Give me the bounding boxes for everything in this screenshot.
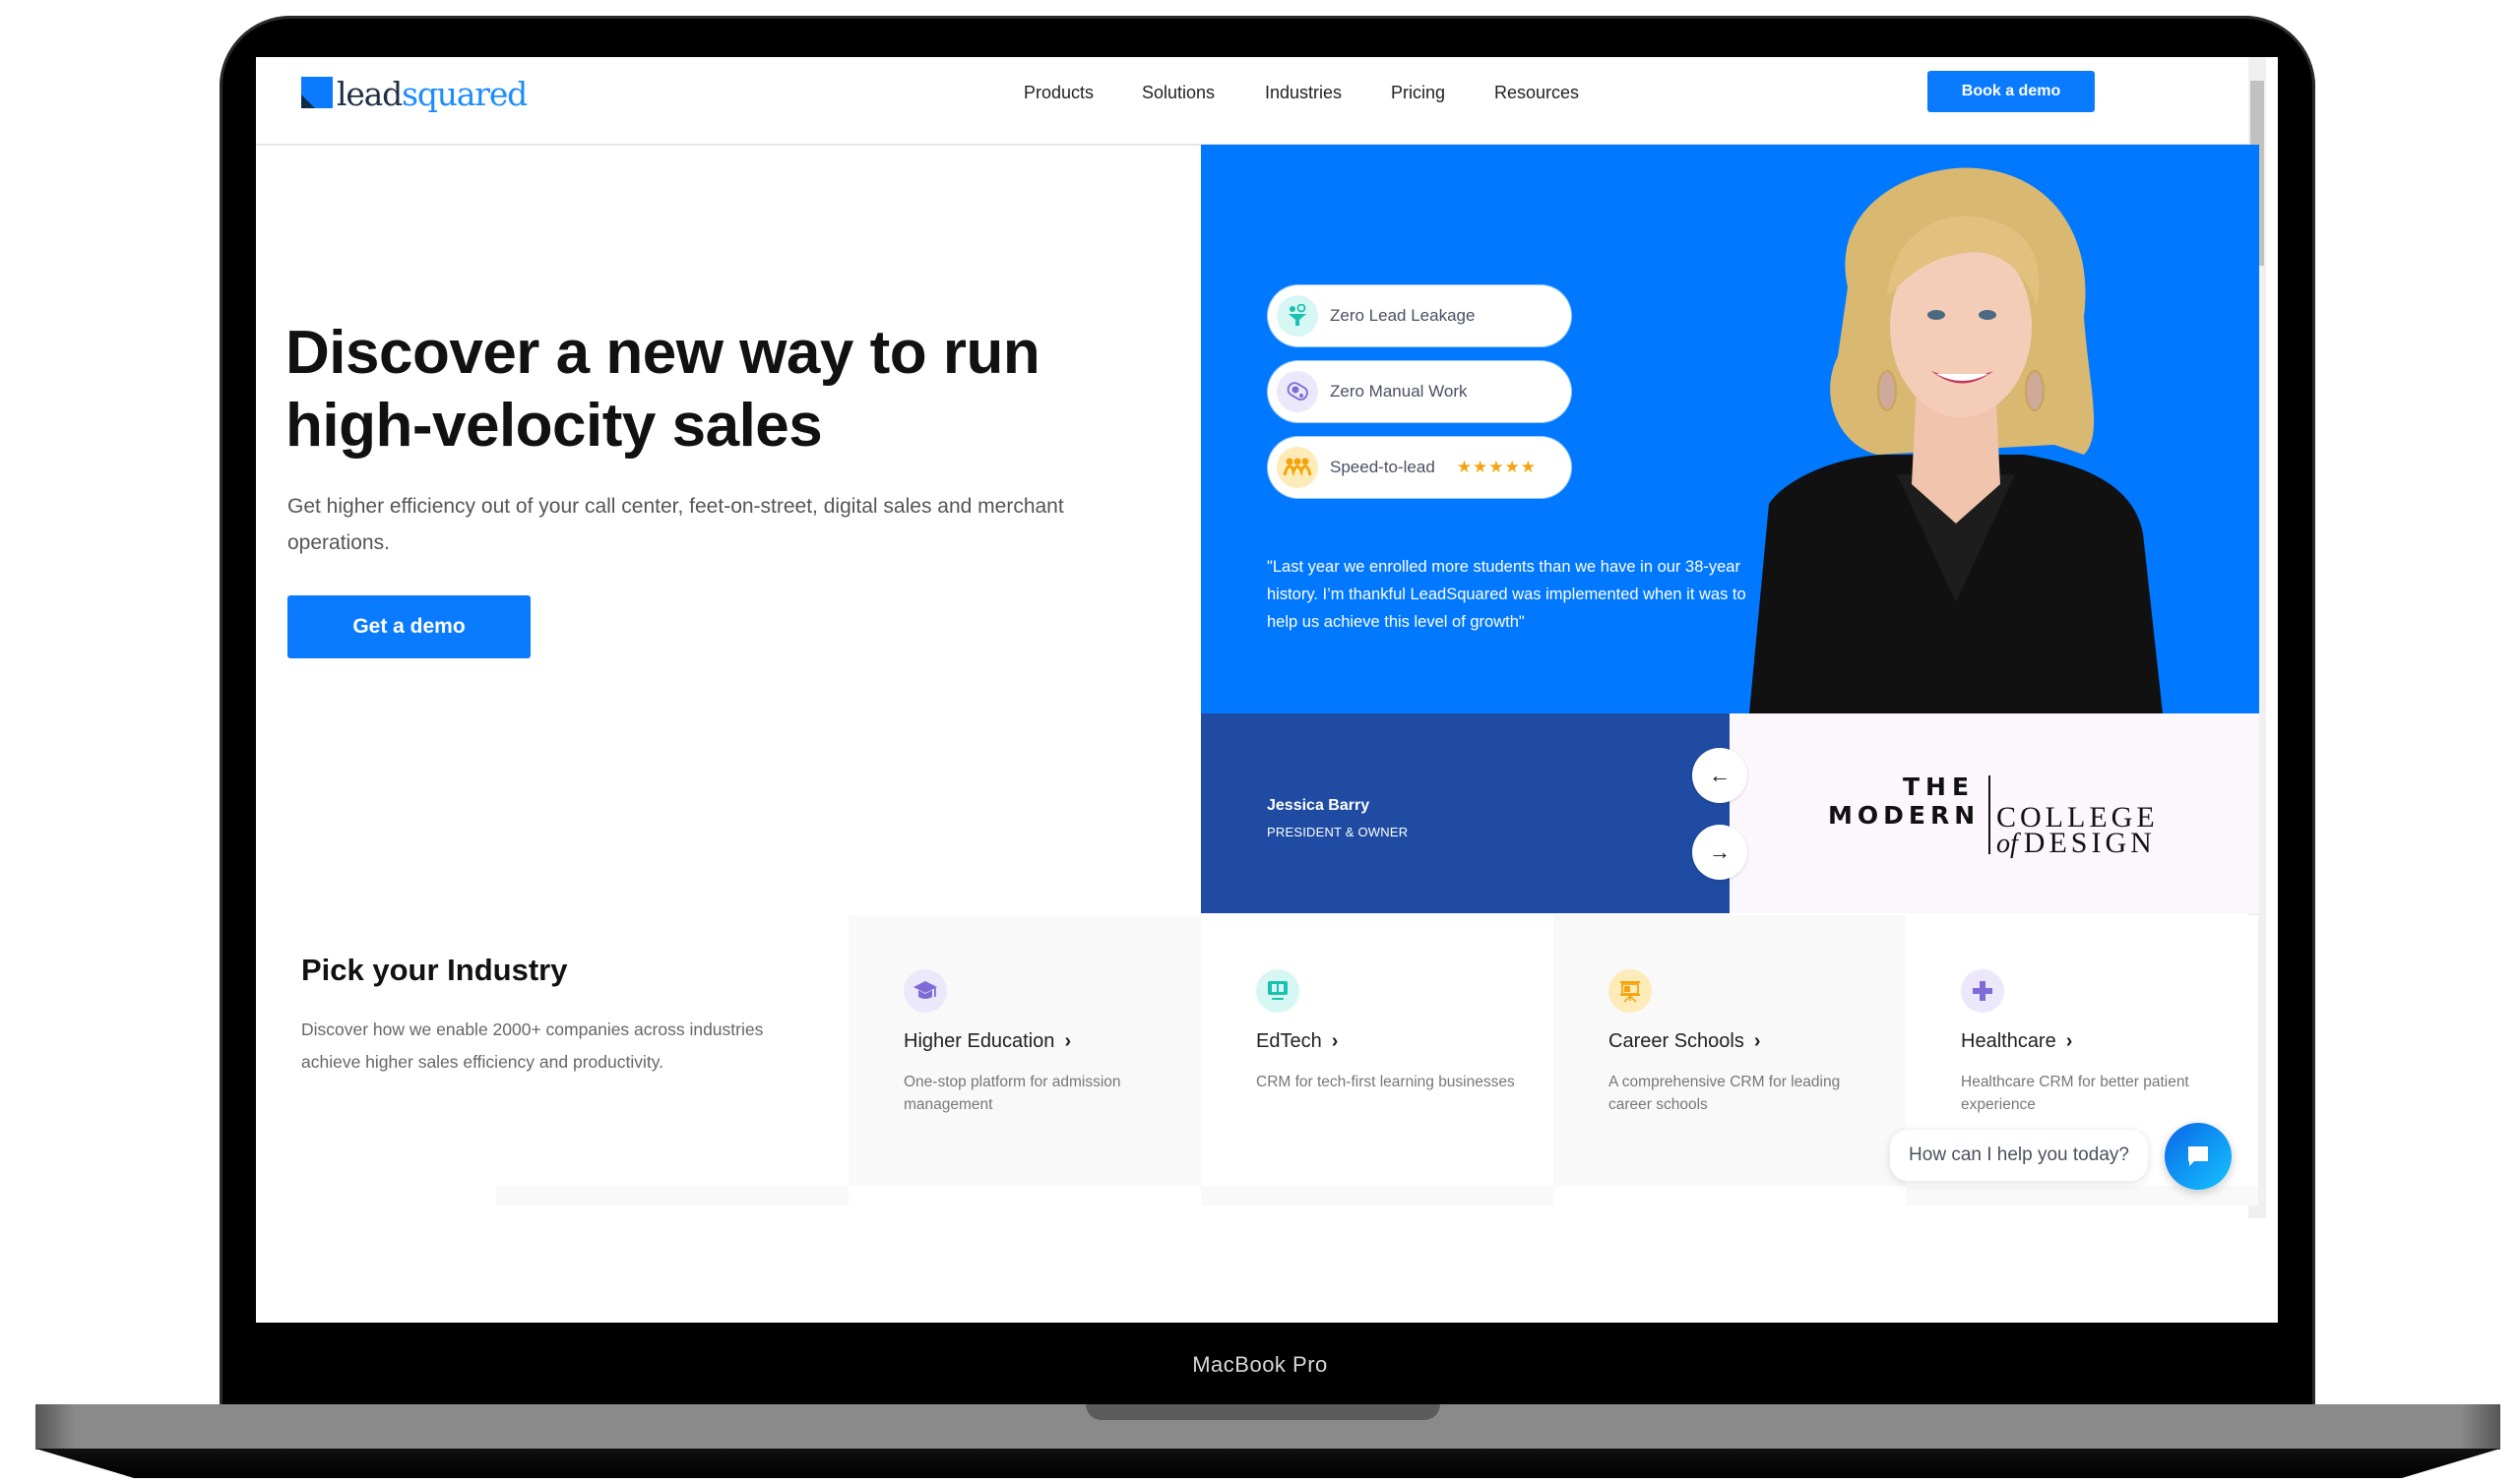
nav-industries[interactable]: Industries	[1265, 83, 1342, 103]
medical-cross-icon	[1961, 969, 2004, 1013]
get-demo-button[interactable]: Get a demo	[287, 595, 531, 658]
book-demo-button[interactable]: Book a demo	[1927, 71, 2095, 112]
logo-wordmark[interactable]: leadsquared	[337, 75, 528, 113]
company-logo-design-word: DESIGN	[2023, 827, 2156, 859]
company-logo-the: THE	[1903, 773, 1976, 801]
eye-left	[1927, 310, 1945, 320]
logo-part-lead: lead	[337, 75, 403, 113]
carousel-next-button[interactable]: →	[1692, 825, 1747, 880]
card-row-divider	[496, 1186, 849, 1206]
laptop-notch	[1086, 1404, 1440, 1420]
testimonial-author-title: PRESIDENT & OWNER	[1267, 825, 1409, 839]
hero-headline-line2: high-velocity sales	[285, 392, 823, 460]
hero-headline: Discover a new way to run high-velocity …	[285, 317, 1171, 463]
industry-card-desc: Healthcare CRM for better patient experi…	[1961, 1074, 2189, 1113]
nav-pricing[interactable]: Pricing	[1391, 83, 1445, 103]
chevron-right-icon: ›	[1064, 1030, 1072, 1052]
testimonial-photo	[1749, 167, 2163, 713]
industries-title: Pick your Industry	[301, 953, 568, 987]
star-rating: ★★★★★	[1456, 458, 1538, 476]
industry-card-desc: CRM for tech-first learning businesses	[1256, 1074, 1515, 1090]
company-logo-design: of DESIGN	[1996, 827, 2156, 860]
nav-products[interactable]: Products	[1024, 83, 1094, 103]
device-label: MacBook Pro	[1192, 1352, 1328, 1377]
testimonial-author-name: Jessica Barry	[1267, 797, 1370, 814]
hero-subtext: Get higher efficiency out of your call c…	[287, 495, 1064, 554]
industry-card-title-text: Higher Education	[904, 1030, 1055, 1052]
carousel-prev-button[interactable]: ←	[1692, 748, 1747, 803]
industry-card-higher-education[interactable]: Higher Education › One-stop platform for …	[849, 915, 1201, 1186]
industry-card-title: Higher Education ›	[904, 1030, 1071, 1053]
earring-left	[1877, 370, 1897, 411]
company-logo-modern: MODERN	[1828, 801, 1981, 830]
industry-card-title-text: EdTech	[1256, 1030, 1322, 1052]
chat-prompt-bubble[interactable]: How can I help you today?	[1890, 1130, 2148, 1181]
chevron-right-icon: ›	[2065, 1030, 2073, 1052]
nav-resources[interactable]: Resources	[1494, 83, 1579, 103]
industry-card-desc: One-stop platform for admission manageme…	[904, 1074, 1121, 1113]
earring-right	[2025, 370, 2045, 411]
industry-card-career-schools[interactable]: Career Schools › A comprehensive CRM for …	[1553, 915, 1906, 1186]
testimonial-quote: "Last year we enrolled more students tha…	[1267, 558, 1746, 631]
industries-description: Discover how we enable 2000+ companies a…	[301, 1020, 764, 1072]
feature-label: Speed-to-lead	[1330, 458, 1435, 476]
arrow-right-icon: →	[1709, 839, 1731, 864]
industry-card-title: EdTech ›	[1256, 1030, 1338, 1053]
feature-label: Zero Lead Leakage	[1330, 306, 1476, 325]
company-logo-of: of	[1996, 829, 2018, 859]
industry-card-title-text: Healthcare	[1961, 1030, 2056, 1052]
industry-card-desc: A comprehensive CRM for leading career s…	[1608, 1074, 1841, 1113]
team-icon	[1277, 447, 1318, 488]
company-logo-divider	[1988, 775, 1990, 854]
presentation-board-icon	[1608, 969, 1652, 1013]
industry-card-edtech[interactable]: EdTech › CRM for tech-first learning busi…	[1201, 915, 1553, 1186]
nav-solutions[interactable]: Solutions	[1142, 83, 1215, 103]
eye-right	[1979, 310, 1996, 320]
feature-label: Zero Manual Work	[1330, 382, 1468, 401]
chevron-right-icon: ›	[1753, 1030, 1761, 1052]
card-row-divider	[1201, 1186, 1553, 1206]
chat-bubble-icon	[2188, 1146, 2208, 1166]
graduation-cap-icon	[904, 969, 947, 1013]
funnel-icon	[1277, 295, 1318, 337]
feature-pill-zero-lead-leakage: Zero Lead Leakage	[1268, 285, 1571, 346]
feature-pill-speed-to-lead: Speed-to-lead ★★★★★	[1268, 437, 1571, 498]
hero-headline-line1: Discover a new way to run	[285, 319, 1040, 387]
logo-icon[interactable]	[301, 77, 333, 108]
industry-card-title: Healthcare ›	[1961, 1030, 2072, 1053]
company-logo-band	[1730, 713, 2259, 913]
industry-card-title-text: Career Schools	[1608, 1030, 1744, 1052]
monitor-book-icon	[1256, 969, 1299, 1013]
feature-pill-zero-manual-work: Zero Manual Work	[1268, 361, 1571, 422]
arrow-left-icon: ←	[1709, 763, 1731, 787]
laptop-base-bottom	[35, 1449, 2500, 1478]
logo-part-squared: squared	[402, 75, 528, 113]
automation-gear-icon	[1277, 371, 1318, 412]
industry-card-title: Career Schools ›	[1608, 1030, 1761, 1053]
chevron-right-icon: ›	[1331, 1030, 1339, 1052]
chat-launcher-button[interactable]	[2165, 1123, 2232, 1190]
